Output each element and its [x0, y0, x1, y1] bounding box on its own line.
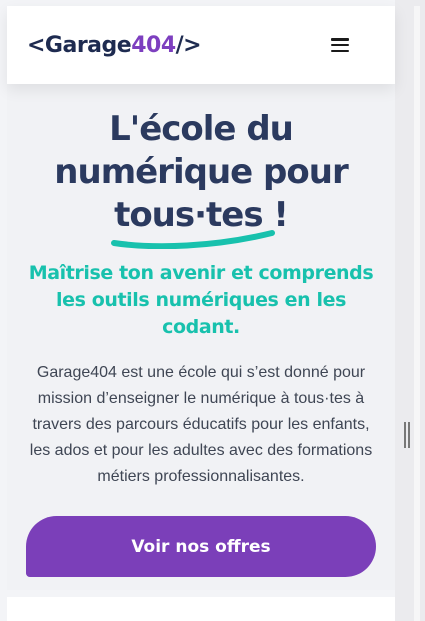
scrollbar-area	[395, 0, 425, 621]
underline-swoosh-icon	[111, 230, 276, 249]
page: <Garage404/> L'école du numérique pour t…	[0, 0, 395, 621]
garage404-logo[interactable]: <Garage404/>	[27, 32, 202, 58]
hamburger-menu-icon[interactable]	[331, 38, 349, 52]
hero-title-line1: L'école du	[109, 109, 294, 149]
next-section	[7, 597, 395, 621]
scrollbar-track[interactable]	[414, 6, 420, 621]
hero-title-highlight: tous·tes	[111, 194, 276, 249]
logo-suffix: />	[175, 32, 202, 58]
site-header: <Garage404/>	[7, 6, 395, 84]
logo-number: 404	[131, 32, 176, 58]
hero-description: Garage404 est une école qui s’est donné …	[29, 364, 373, 485]
logo-prefix: <Garage	[27, 32, 132, 58]
resize-handle-icon[interactable]	[404, 422, 410, 448]
hero-subtitle: Maîtrise ton avenir et comprends les out…	[28, 262, 374, 338]
hero-title: L'école du numérique pour tous·tes !	[7, 108, 395, 249]
see-offers-button[interactable]: Voir nos offres	[26, 516, 376, 577]
hero-section: L'école du numérique pour tous·tes ! Maî…	[7, 84, 395, 590]
hero-title-line2: numérique pour	[54, 152, 348, 192]
